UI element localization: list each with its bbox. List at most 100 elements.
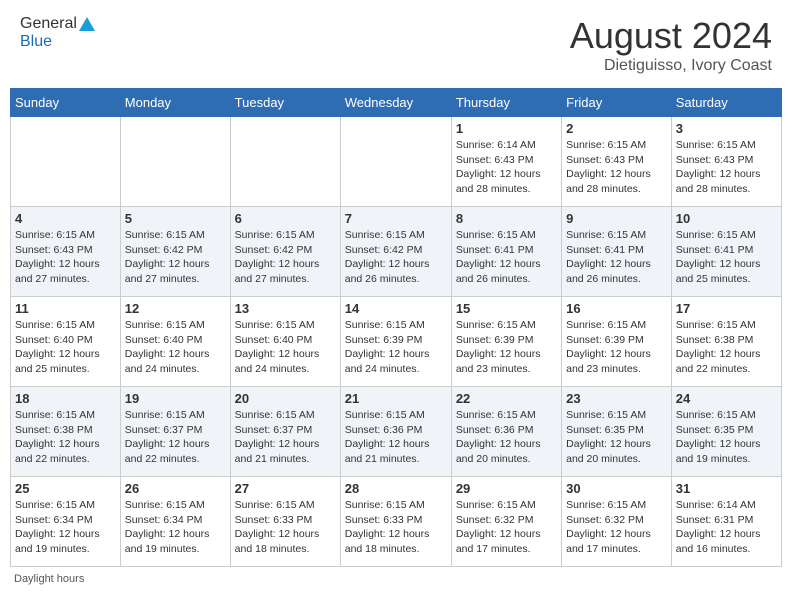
day-info: Sunrise: 6:15 AMSunset: 6:41 PMDaylight:… xyxy=(456,228,557,287)
day-number: 19 xyxy=(125,391,226,406)
day-info: Sunrise: 6:15 AMSunset: 6:42 PMDaylight:… xyxy=(125,228,226,287)
day-info: Sunrise: 6:15 AMSunset: 6:40 PMDaylight:… xyxy=(125,318,226,377)
day-info: Sunrise: 6:14 AMSunset: 6:31 PMDaylight:… xyxy=(676,498,777,557)
day-number: 11 xyxy=(15,301,116,316)
day-info: Sunrise: 6:14 AMSunset: 6:43 PMDaylight:… xyxy=(456,138,557,197)
day-info: Sunrise: 6:15 AMSunset: 6:42 PMDaylight:… xyxy=(235,228,336,287)
calendar-cell: 3Sunrise: 6:15 AMSunset: 6:43 PMDaylight… xyxy=(671,117,781,207)
calendar-cell: 1Sunrise: 6:14 AMSunset: 6:43 PMDaylight… xyxy=(451,117,561,207)
calendar-cell: 22 Sunrise: 6:15 AMSunset: 6:36 PMDayligh… xyxy=(451,387,561,477)
day-number: 8 xyxy=(456,211,557,226)
calendar-cell: 21 Sunrise: 6:15 AMSunset: 6:36 PMDayligh… xyxy=(340,387,451,477)
calendar-cell xyxy=(120,117,230,207)
day-info: Sunrise: 6:15 AMSunset: 6:35 PMDaylight:… xyxy=(566,408,667,467)
calendar-cell: 17 Sunrise: 6:15 AMSunset: 6:38 PMDayligh… xyxy=(671,297,781,387)
calendar-cell: 30 Sunrise: 6:15 AMSunset: 6:32 PMDayligh… xyxy=(562,477,672,567)
day-info: Sunrise: 6:15 AMSunset: 6:37 PMDaylight:… xyxy=(125,408,226,467)
calendar-cell: 16 Sunrise: 6:15 AMSunset: 6:39 PMDayligh… xyxy=(562,297,672,387)
header-wednesday: Wednesday xyxy=(340,89,451,117)
calendar-cell: 27Sunrise: 6:15 AMSunset: 6:33 PMDayligh… xyxy=(230,477,340,567)
day-number: 16 xyxy=(566,301,667,316)
calendar-cell: 14 Sunrise: 6:15 AMSunset: 6:39 PMDayligh… xyxy=(340,297,451,387)
header-sunday: Sunday xyxy=(11,89,121,117)
calendar-cell: 19 Sunrise: 6:15 AMSunset: 6:37 PMDayligh… xyxy=(120,387,230,477)
day-info: Sunrise: 6:15 AMSunset: 6:43 PMDaylight:… xyxy=(15,228,116,287)
day-number: 12 xyxy=(125,301,226,316)
day-info: Sunrise: 6:15 AMSunset: 6:36 PMDaylight:… xyxy=(456,408,557,467)
calendar-cell: 24 Sunrise: 6:15 AMSunset: 6:35 PMDayligh… xyxy=(671,387,781,477)
calendar-cell: 4 Sunrise: 6:15 AMSunset: 6:43 PMDaylight… xyxy=(11,207,121,297)
calendar-cell: 20Sunrise: 6:15 AMSunset: 6:37 PMDayligh… xyxy=(230,387,340,477)
day-info: Sunrise: 6:15 AMSunset: 6:41 PMDaylight:… xyxy=(676,228,777,287)
calendar-cell: 26 Sunrise: 6:15 AMSunset: 6:34 PMDayligh… xyxy=(120,477,230,567)
calendar-cell: 15 Sunrise: 6:15 AMSunset: 6:39 PMDayligh… xyxy=(451,297,561,387)
title-section: August 2024 Dietiguisso, Ivory Coast xyxy=(570,15,772,75)
calendar-week-2: 11 Sunrise: 6:15 AMSunset: 6:40 PMDayligh… xyxy=(11,297,782,387)
day-number: 29 xyxy=(456,481,557,496)
calendar-cell: 13 Sunrise: 6:15 AMSunset: 6:40 PMDayligh… xyxy=(230,297,340,387)
day-info: Sunrise: 6:15 AMSunset: 6:39 PMDaylight:… xyxy=(566,318,667,377)
day-info: Sunrise: 6:15 AMSunset: 6:40 PMDaylight:… xyxy=(15,318,116,377)
calendar-cell: 25Sunrise: 6:15 AMSunset: 6:34 PMDayligh… xyxy=(11,477,121,567)
calendar-cell: 6 Sunrise: 6:15 AMSunset: 6:42 PMDaylight… xyxy=(230,207,340,297)
day-number: 21 xyxy=(345,391,447,406)
calendar-header-row: Sunday Monday Tuesday Wednesday Thursday… xyxy=(11,89,782,117)
day-info: Sunrise: 6:15 AMSunset: 6:41 PMDaylight:… xyxy=(566,228,667,287)
calendar-table: Sunday Monday Tuesday Wednesday Thursday… xyxy=(10,88,782,567)
day-info: Sunrise: 6:15 AMSunset: 6:43 PMDaylight:… xyxy=(566,138,667,197)
day-number: 20 xyxy=(235,391,336,406)
header-monday: Monday xyxy=(120,89,230,117)
header-thursday: Thursday xyxy=(451,89,561,117)
day-number: 13 xyxy=(235,301,336,316)
day-number: 6 xyxy=(235,211,336,226)
day-number: 3 xyxy=(676,121,777,136)
calendar-cell: 2 Sunrise: 6:15 AMSunset: 6:43 PMDaylight… xyxy=(562,117,672,207)
day-number: 18 xyxy=(15,391,116,406)
day-number: 24 xyxy=(676,391,777,406)
calendar-cell xyxy=(340,117,451,207)
day-info: Sunrise: 6:15 AMSunset: 6:38 PMDaylight:… xyxy=(676,318,777,377)
calendar-week-4: 25 Sunrise: 6:15 AMSunset: 6:34 PMDayligh… xyxy=(11,477,782,567)
day-number: 22 xyxy=(456,391,557,406)
day-info: Sunrise: 6:15 AMSunset: 6:36 PMDaylight:… xyxy=(345,408,447,467)
day-info: Sunrise: 6:15 AMSunset: 6:39 PMDaylight:… xyxy=(345,318,447,377)
calendar-week-1: 4 Sunrise: 6:15 AMSunset: 6:43 PMDaylight… xyxy=(11,207,782,297)
day-info: Sunrise: 6:15 AMSunset: 6:33 PMDaylight:… xyxy=(345,498,447,557)
day-number: 28 xyxy=(345,481,447,496)
calendar-cell xyxy=(230,117,340,207)
calendar-cell: 18 Sunrise: 6:15 AMSunset: 6:38 PMDayligh… xyxy=(11,387,121,477)
calendar-cell: 10Sunrise: 6:15 AMSunset: 6:41 PMDayligh… xyxy=(671,207,781,297)
header-tuesday: Tuesday xyxy=(230,89,340,117)
calendar-cell: 9Sunrise: 6:15 AMSunset: 6:41 PMDaylight… xyxy=(562,207,672,297)
day-info: Sunrise: 6:15 AMSunset: 6:33 PMDaylight:… xyxy=(235,498,336,557)
day-number: 23 xyxy=(566,391,667,406)
day-info: Sunrise: 6:15 AMSunset: 6:40 PMDaylight:… xyxy=(235,318,336,377)
calendar-cell: 28 Sunrise: 6:15 AMSunset: 6:33 PMDayligh… xyxy=(340,477,451,567)
day-info: Sunrise: 6:15 AMSunset: 6:35 PMDaylight:… xyxy=(676,408,777,467)
day-info: Sunrise: 6:15 AMSunset: 6:32 PMDaylight:… xyxy=(566,498,667,557)
page-header: General Blue August 2024 Dietiguisso, Iv… xyxy=(10,10,782,80)
calendar-cell: 5Sunrise: 6:15 AMSunset: 6:42 PMDaylight… xyxy=(120,207,230,297)
day-number: 4 xyxy=(15,211,116,226)
month-title: August 2024 xyxy=(570,15,772,57)
logo: General Blue xyxy=(20,15,95,51)
calendar-cell: 8 Sunrise: 6:15 AMSunset: 6:41 PMDaylight… xyxy=(451,207,561,297)
calendar-cell: 12 Sunrise: 6:15 AMSunset: 6:40 PMDayligh… xyxy=(120,297,230,387)
day-number: 30 xyxy=(566,481,667,496)
day-number: 7 xyxy=(345,211,447,226)
day-number: 25 xyxy=(15,481,116,496)
header-friday: Friday xyxy=(562,89,672,117)
footer: Daylight hours xyxy=(10,573,782,585)
day-info: Sunrise: 6:15 AMSunset: 6:34 PMDaylight:… xyxy=(125,498,226,557)
day-number: 26 xyxy=(125,481,226,496)
day-number: 2 xyxy=(566,121,667,136)
day-number: 15 xyxy=(456,301,557,316)
day-info: Sunrise: 6:15 AMSunset: 6:39 PMDaylight:… xyxy=(456,318,557,377)
day-info: Sunrise: 6:15 AMSunset: 6:32 PMDaylight:… xyxy=(456,498,557,557)
calendar-cell: 7 Sunrise: 6:15 AMSunset: 6:42 PMDaylight… xyxy=(340,207,451,297)
day-number: 17 xyxy=(676,301,777,316)
day-number: 14 xyxy=(345,301,447,316)
day-info: Sunrise: 6:15 AMSunset: 6:42 PMDaylight:… xyxy=(345,228,447,287)
location-title: Dietiguisso, Ivory Coast xyxy=(570,57,772,75)
day-info: Sunrise: 6:15 AMSunset: 6:38 PMDaylight:… xyxy=(15,408,116,467)
